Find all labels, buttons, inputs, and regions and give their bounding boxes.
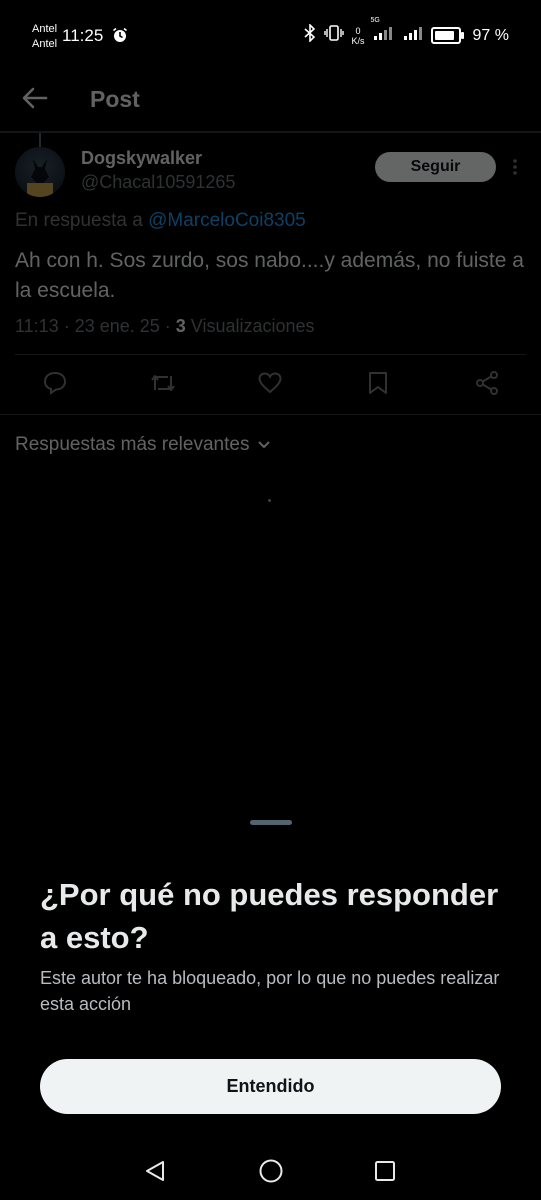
battery-percent: 97 % [472,26,509,44]
carrier-1: Antel [32,23,58,35]
status-bar: Antel Antel 11:25 0 K/s 5G 97 % [0,0,541,70]
thread-line [39,133,41,147]
follow-button[interactable]: Seguir [375,152,496,182]
nav-back-icon[interactable] [143,1159,167,1188]
tweet-actions [0,370,541,400]
more-options-icon[interactable] [512,158,518,181]
header: Post [0,70,541,130]
understood-button[interactable]: Entendido [40,1059,501,1114]
sheet-grabber[interactable] [250,820,292,825]
carrier-2: Antel [32,38,58,50]
net-speed: 0 K/s [351,25,365,46]
divider [15,354,526,355]
chevron-down-icon [257,434,271,456]
timestamp[interactable]: 11:13 · 23 ene. 25 · [15,316,176,336]
replies-sort-dropdown[interactable]: Respuestas más relevantes [15,434,271,456]
views-label: Visualizaciones [185,316,315,336]
arrow-left-icon[interactable] [22,86,48,115]
clock: 11:25 [62,26,104,45]
replies-sort-label: Respuestas más relevantes [15,434,250,455]
loading-indicator [268,499,271,502]
retweet-icon[interactable] [149,370,177,401]
nav-recents-icon[interactable] [374,1160,396,1187]
divider [0,414,541,415]
reply-mention-link[interactable]: @MarceloCoi8305 [148,210,306,231]
tweet-text: Ah con h. Sos zurdo, sos nabo....y ademá… [15,249,524,302]
tweet-meta: 11:13 · 23 ene. 25 · 3 Visualizaciones [15,316,315,337]
header-divider [0,131,541,133]
page-title: Post [90,86,140,112]
views-count: 3 [175,316,186,336]
signal-icon [403,25,423,46]
signal-icon: 5G [371,17,395,46]
vibrate-icon [323,24,344,47]
carrier-labels: Antel Antel [32,22,57,52]
display-name[interactable]: Dogskywalker [81,148,202,169]
avatar[interactable] [15,147,65,197]
reply-icon[interactable] [42,370,68,401]
nav-home-icon[interactable] [258,1158,284,1189]
bluetooth-icon [303,23,316,47]
system-nav-bar [0,1140,541,1200]
like-icon[interactable] [257,370,283,401]
share-icon[interactable] [474,370,500,401]
bookmark-icon[interactable] [367,370,389,401]
reply-context: En respuesta a @MarceloCoi8305 [15,210,306,231]
sheet-title: ¿Por qué no puedes responder a esto? [40,877,499,955]
sheet-body: Este autor te ha bloqueado, por lo que n… [40,968,500,1014]
user-handle[interactable]: @Chacal10591265 [81,172,235,193]
battery-icon [430,27,464,44]
alarm-icon [112,27,128,48]
